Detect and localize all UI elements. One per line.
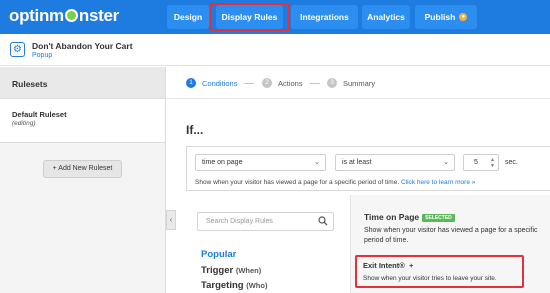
condition-operator-select[interactable]: is at least ⌄ [335, 154, 455, 171]
condition-help-text: Show when your visitor has viewed a page… [195, 179, 476, 186]
ruleset-item-default[interactable]: Default Ruleset (editing) [0, 99, 165, 143]
settings-gear-icon[interactable]: ⚙ [10, 42, 25, 57]
ruleset-name: Default Ruleset [12, 110, 67, 119]
add-ruleset-button[interactable]: + Add New Ruleset [43, 160, 122, 178]
step-connector [244, 83, 254, 84]
nav-publish[interactable]: Publish ● [415, 5, 477, 29]
category-targeting[interactable]: Targeting (Who) [201, 280, 267, 291]
condition-value-input[interactable]: 5 ▲ ▼ [463, 154, 499, 171]
step-actions[interactable]: 2 Actions [262, 78, 303, 88]
sidebar-header: Rulesets [0, 67, 165, 99]
chevron-down-icon: ⌄ [314, 159, 320, 166]
monster-icon [64, 9, 78, 22]
sidebar-heading: Rulesets [12, 79, 48, 89]
if-heading: If... [186, 123, 204, 137]
publish-status-icon: ● [459, 13, 468, 21]
campaign-title[interactable]: Don't Abandon Your Cart [32, 41, 133, 51]
campaign-type: Popup [32, 52, 53, 59]
category-trigger[interactable]: Trigger (When) [201, 265, 261, 276]
collapse-chevron-left-icon[interactable]: ‹ [166, 210, 176, 230]
steps-bar: 1 Conditions 2 Actions 3 Summary [166, 67, 550, 99]
step-connector [310, 83, 320, 84]
optinmonster-logo[interactable]: optinm nster [9, 6, 119, 26]
step-conditions[interactable]: 1 Conditions [186, 78, 237, 88]
chevron-down-icon: ⌄ [443, 159, 449, 166]
condition-unit: sec. [505, 159, 518, 166]
search-display-rules-input[interactable]: Search Display Rules [197, 212, 334, 231]
ruleset-status: (editing) [12, 120, 36, 127]
campaign-header: ⚙ Don't Abandon Your Cart Popup [0, 34, 550, 66]
rule-description: Show when your visitor has viewed a page… [364, 227, 538, 244]
category-popular[interactable]: Popular [201, 249, 236, 260]
rulesets-sidebar: Rulesets Default Ruleset (editing) + Add… [0, 67, 166, 293]
highlight-box-display-rules [210, 3, 290, 31]
step-summary[interactable]: 3 Summary [327, 78, 375, 88]
learn-more-link[interactable]: Click here to learn more » [401, 179, 475, 186]
nav-integrations[interactable]: Integrations [291, 5, 358, 29]
condition-field-select[interactable]: time on page ⌄ [195, 154, 326, 171]
nav-design[interactable]: Design [167, 5, 209, 29]
stepper-arrows-icon[interactable]: ▲ ▼ [490, 157, 495, 169]
nav-analytics[interactable]: Analytics [362, 5, 410, 29]
top-bar: optinm nster Design Display Rules Integra… [0, 0, 550, 34]
search-icon [318, 216, 328, 226]
highlight-box-exit-intent [355, 255, 524, 288]
selected-badge: SELECTED [422, 214, 455, 222]
rule-title-time-on-page[interactable]: Time on Page SELECTED [364, 212, 455, 222]
